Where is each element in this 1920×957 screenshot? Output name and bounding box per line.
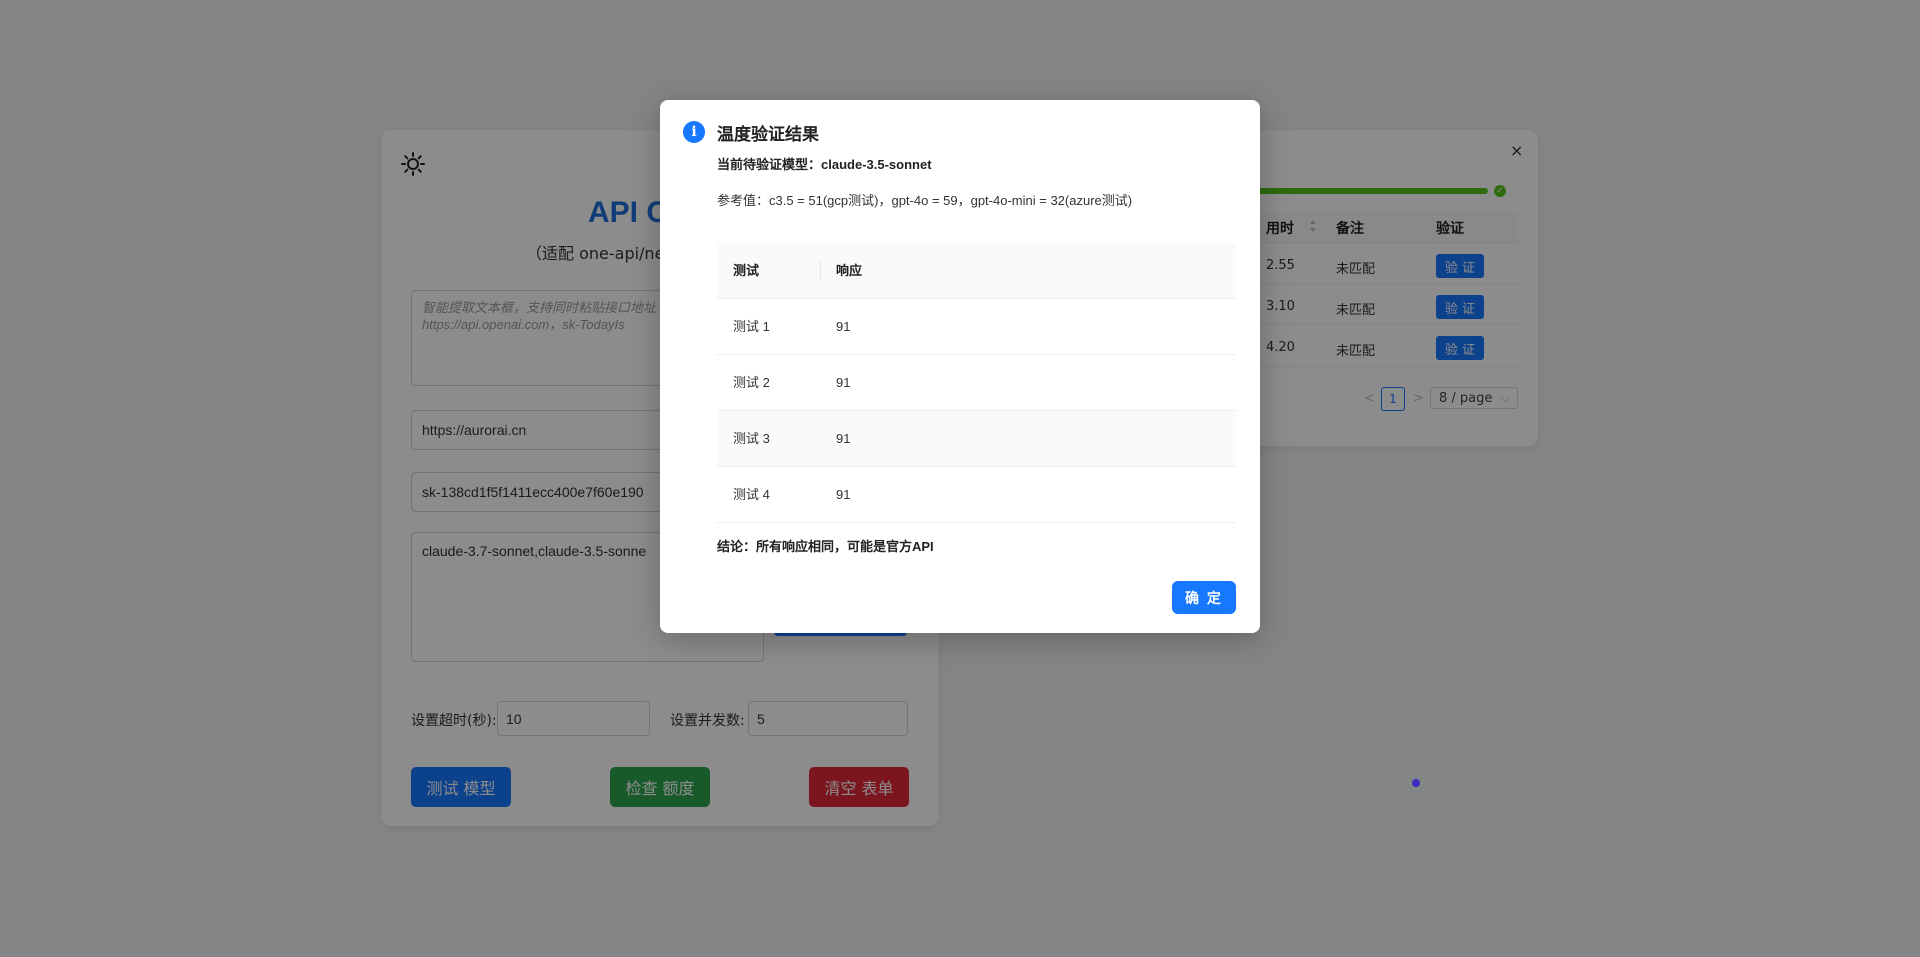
modal-model-line: 当前待验证模型：claude-3.5-sonnet (717, 157, 932, 172)
column-divider (820, 260, 821, 280)
modal-conclusion: 结论：所有响应相同，可能是官方API (717, 539, 934, 554)
verify-table: 测试 响应 测试 1 91 测试 2 91 测试 3 91 测试 4 91 (717, 243, 1236, 523)
modal-reference-line: 参考值：c3.5 = 51(gcp测试)，gpt-4o = 59，gpt-4o-… (717, 193, 1133, 208)
verify-table-header: 测试 响应 (717, 243, 1236, 299)
test-cell: 测试 4 (733, 487, 770, 502)
info-icon: i (683, 121, 705, 143)
response-cell: 91 (836, 375, 851, 390)
response-cell: 91 (836, 319, 851, 334)
col-header-response: 响应 (836, 263, 863, 278)
confirm-button[interactable]: 确 定 (1172, 581, 1236, 614)
test-cell: 测试 1 (733, 319, 770, 334)
table-row: 测试 1 91 (717, 299, 1236, 355)
table-row: 测试 4 91 (717, 467, 1236, 523)
response-cell: 91 (836, 431, 851, 446)
test-cell: 测试 3 (733, 431, 770, 446)
floating-dot (1412, 779, 1420, 787)
test-cell: 测试 2 (733, 375, 770, 390)
table-row: 测试 2 91 (717, 355, 1236, 411)
col-header-test: 测试 (733, 263, 760, 278)
response-cell: 91 (836, 487, 851, 502)
table-row: 测试 3 91 (717, 411, 1236, 467)
temperature-verify-modal: i 温度验证结果 当前待验证模型：claude-3.5-sonnet 参考值：c… (660, 100, 1260, 633)
modal-title: 温度验证结果 (717, 125, 819, 144)
